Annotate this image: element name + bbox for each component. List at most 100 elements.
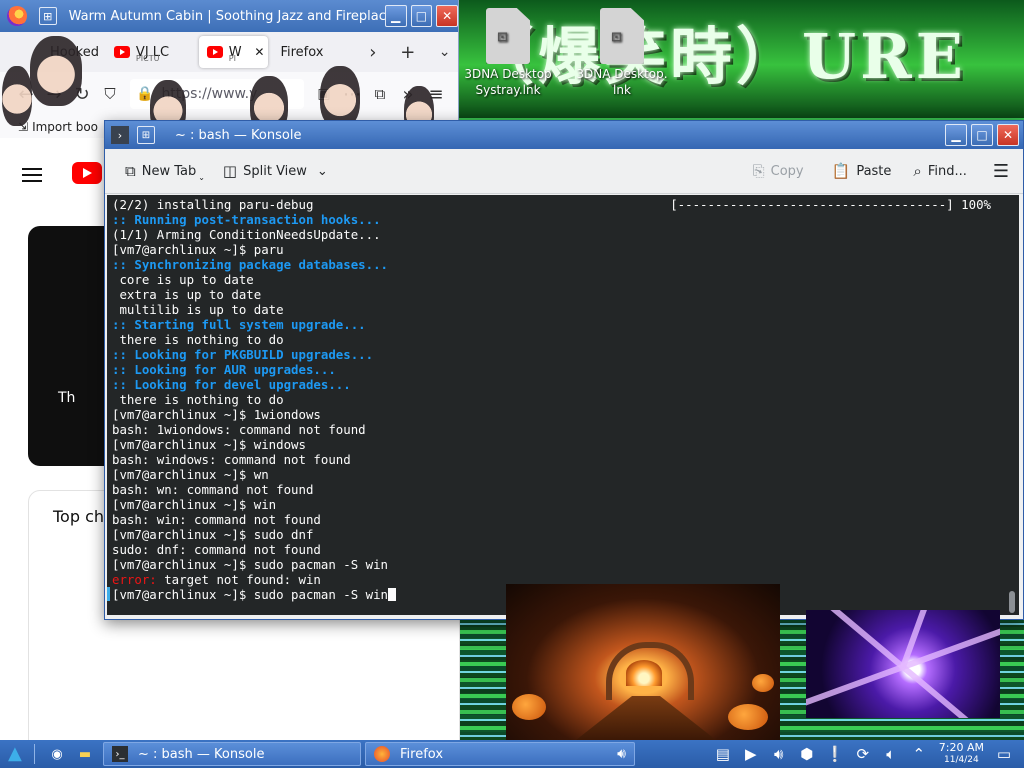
- audio-playing-icon: 🔊︎: [617, 746, 626, 762]
- back-arrow-icon[interactable]: ←: [12, 84, 40, 105]
- hamburger-menu-icon[interactable]: ☰: [987, 156, 1015, 186]
- task-konsole[interactable]: ›_ ~ : bash — Konsole: [103, 742, 361, 766]
- window-menu-icon[interactable]: ⊞: [137, 126, 155, 144]
- show-desktop-icon[interactable]: ▭: [994, 744, 1014, 764]
- terminal-line: [vm7@archlinux ~]$ windows: [112, 437, 306, 452]
- terminal-line: [vm7@archlinux ~]$ paru: [112, 242, 284, 257]
- terminal-line: sudo: dnf: command not found: [112, 542, 321, 557]
- terminal-line: there is nothing to do: [112, 392, 284, 407]
- new-tab-plus-icon[interactable]: +: [394, 42, 421, 63]
- find-button[interactable]: ⌕ Find...: [907, 156, 972, 186]
- terminal-line: (1/1) Arming ConditionNeedsUpdate...: [112, 227, 381, 242]
- terminal-line: bash: win: command not found: [112, 512, 321, 527]
- desktop-icon-3dna-desktop[interactable]: ⊡ 3DNA Desktop. lnk: [570, 0, 674, 98]
- player-caption: Th: [58, 390, 76, 406]
- close-button[interactable]: ✕: [436, 5, 459, 27]
- arch-launcher-icon[interactable]: ▲: [8, 745, 26, 763]
- garden-path: [576, 696, 716, 740]
- terminal-line: :: Looking for devel upgrades...: [112, 377, 351, 392]
- copy-button[interactable]: ⎘ Copy: [747, 156, 810, 186]
- network-icon[interactable]: ⬢: [797, 744, 817, 764]
- tab-label: Firefox: [280, 44, 324, 60]
- volume-icon[interactable]: 🔊︎: [769, 744, 789, 764]
- tab-hooked[interactable]: Hooked: [0, 36, 106, 68]
- terminal-scrollbar[interactable]: [1009, 591, 1015, 613]
- app-menu-icon[interactable]: ≡: [422, 84, 450, 105]
- extensions-icon[interactable]: ⧉: [366, 85, 394, 103]
- firefox-tab-strip: Hooked VJ LC PICTU W PI ✕ Firefox › + ⌄: [0, 32, 458, 72]
- autumn-cabin-video-thumbnail[interactable]: [506, 584, 780, 740]
- forward-arrow-icon[interactable]: →: [40, 84, 68, 105]
- expand-tray-icon[interactable]: ⌃: [909, 744, 929, 764]
- konsole-titlebar[interactable]: › ⊞ ~ : bash — Konsole ▁ □ ✕: [105, 121, 1023, 149]
- maximize-button[interactable]: □: [410, 5, 433, 27]
- terminal-line: :: Running post-transaction hooks...: [112, 212, 381, 227]
- media-play-icon[interactable]: ▶: [741, 744, 761, 764]
- minimize-button[interactable]: ▁: [384, 5, 407, 27]
- clock[interactable]: 7:20 AM 11/4/24: [939, 742, 984, 766]
- system-tray: ▤ ▶ 🔊︎ ⬢ ❕ ⟳ 🔈︎ ⌃ 7:20 AM 11/4/24 ▭: [709, 742, 1018, 766]
- konsole-window-title: ~ : bash — Konsole: [175, 127, 302, 143]
- minimize-button[interactable]: ▁: [945, 124, 967, 146]
- speaker-icon[interactable]: 🔈︎: [881, 744, 901, 764]
- tab-active-video[interactable]: W PI ✕: [198, 36, 269, 68]
- error-prefix: error:: [112, 572, 157, 587]
- overflow-chevrons-icon[interactable]: »: [394, 84, 422, 105]
- terminal-line: extra is up to date: [112, 287, 262, 302]
- task-firefox[interactable]: Firefox 🔊︎: [365, 742, 635, 766]
- clock-date: 11/4/24: [944, 755, 979, 765]
- paste-button[interactable]: 📋 Paste: [826, 156, 898, 186]
- close-tab-icon[interactable]: ✕: [254, 45, 264, 59]
- desktop-icon-label: 3DNA Desktop Systray.lnk: [464, 67, 552, 97]
- firefox-logo-icon[interactable]: [7, 6, 27, 26]
- shortcut-file-icon: ⊡: [486, 8, 530, 64]
- terminal-line: :: Synchronizing package databases...: [112, 257, 389, 272]
- chevron-right-icon[interactable]: ›: [359, 42, 386, 63]
- konsole-app-icon[interactable]: ›: [111, 126, 129, 144]
- hamburger-menu-icon[interactable]: [22, 164, 42, 186]
- maximize-button[interactable]: □: [971, 124, 993, 146]
- new-tab-button[interactable]: ⧉ New Tab ⌄: [119, 156, 211, 186]
- update-icon[interactable]: ⟳: [853, 744, 873, 764]
- window-menu-icon[interactable]: ⊞: [38, 7, 57, 25]
- dropdown-arrow-icon: ⌄: [198, 172, 205, 182]
- url-bar[interactable]: 🔒 https://www.y: [130, 79, 304, 109]
- clipboard-icon[interactable]: ▤: [713, 744, 733, 764]
- terminal-line: bash: 1wiondows: command not found: [112, 422, 366, 437]
- progress-bar-text: [------------------------------------] 1…: [670, 197, 991, 212]
- terminal-line: [vm7@archlinux ~]$ wn: [112, 467, 269, 482]
- reload-icon[interactable]: ↻: [68, 84, 96, 105]
- firefox-titlebar[interactable]: ⊞ Warm Autumn Cabin | Soothing Jazz and …: [0, 0, 459, 32]
- terminal-line: bash: windows: command not found: [112, 452, 351, 467]
- split-view-button[interactable]: ◫ Split View ⌄: [217, 156, 334, 186]
- terminal-output[interactable]: [------------------------------------] 1…: [107, 195, 1019, 615]
- more-actions-icon[interactable]: ⋯: [338, 84, 366, 105]
- globe-icon[interactable]: ◉: [49, 746, 65, 762]
- konsole-toolbar: ⧉ New Tab ⌄ ◫ Split View ⌄ ⎘ Copy 📋 Past…: [105, 149, 1023, 194]
- tab-firefox[interactable]: Firefox: [268, 36, 357, 68]
- close-button[interactable]: ✕: [997, 124, 1019, 146]
- notifications-icon[interactable]: ❕: [825, 744, 845, 764]
- clock-time: 7:20 AM: [938, 741, 984, 754]
- prompt-marker: [107, 587, 110, 601]
- task-label: Firefox: [400, 746, 444, 762]
- youtube-icon: [206, 46, 223, 58]
- split-view-icon: ◫: [222, 162, 238, 180]
- youtube-logo-icon[interactable]: [72, 162, 102, 184]
- taskbar-separator: [34, 744, 35, 764]
- folder-icon[interactable]: ▬: [77, 746, 93, 762]
- terminal-icon: ›_: [112, 746, 128, 762]
- terminal-line: multilib is up to date: [112, 302, 284, 317]
- desktop-icon-label: 3DNA Desktop. lnk: [576, 67, 668, 97]
- tab-label: Hooked: [50, 44, 99, 60]
- psychedelic-video-thumbnail[interactable]: [806, 610, 1000, 718]
- chevron-down-icon[interactable]: ⌄: [431, 44, 458, 60]
- bookmark-import[interactable]: Import boo: [32, 120, 98, 134]
- terminal-line: [vm7@archlinux ~]$ sudo pacman -S win: [112, 557, 389, 572]
- tab-vj[interactable]: VJ LC PICTU: [106, 36, 195, 68]
- desktop-icon-3dna-systray[interactable]: ⊡ 3DNA Desktop Systray.lnk: [456, 0, 560, 98]
- text-cursor: [388, 588, 397, 601]
- terminal-line: [vm7@archlinux ~]$ 1wiondows: [112, 407, 321, 422]
- reader-view-icon[interactable]: ▣: [310, 86, 338, 102]
- shield-icon[interactable]: ⛉: [96, 85, 124, 103]
